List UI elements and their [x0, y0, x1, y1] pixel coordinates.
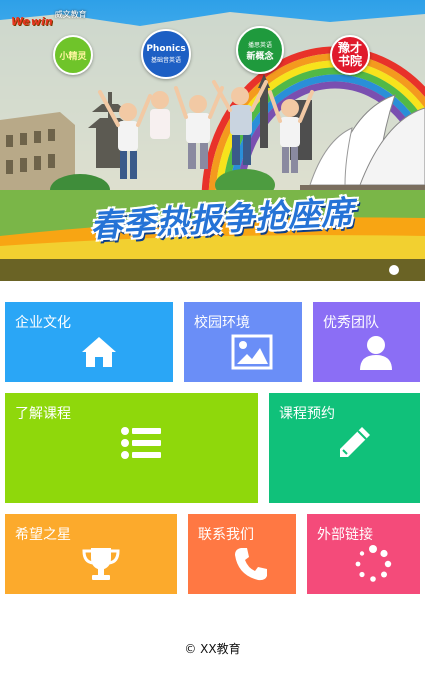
tile-campus-environment[interactable]: 校园环境 [184, 302, 302, 382]
badge-subtitle: 基础音英语 [150, 57, 181, 64]
hero-banner[interactable]: Wewin 威文教育 小精灵 Phonics 基础音英语 播思英语 新概念 豫才… [0, 0, 425, 262]
tile-label: 希望之星 [15, 527, 71, 543]
user-icon [360, 336, 392, 370]
badge-title: 新概念 [246, 51, 274, 62]
badge-phonics: Phonics 基础音英语 [141, 29, 191, 79]
tile-label: 联系我们 [198, 527, 254, 543]
tile-label: 优秀团队 [323, 315, 379, 331]
logo-mark: We [11, 15, 30, 28]
carousel-dot[interactable] [389, 265, 399, 275]
badge-little-elf: 小精灵 [53, 35, 93, 75]
badge-title: Phonics [146, 44, 186, 54]
logo-wordmark: 威文教育 [54, 10, 87, 19]
home-icon [82, 337, 116, 367]
tile-excellent-team[interactable]: 优秀团队 [313, 302, 420, 382]
tile-label: 外部链接 [317, 527, 373, 543]
tile-hope-star[interactable]: 希望之星 [5, 514, 177, 594]
tile-label: 了解课程 [15, 406, 71, 422]
badge-title: 小精灵 [59, 51, 87, 62]
trophy-icon [82, 548, 120, 580]
tile-contact-us[interactable]: 联系我们 [188, 514, 296, 594]
image-icon [231, 334, 273, 370]
pencil-icon [340, 427, 370, 457]
badge-subtitle: 播思英语 [247, 41, 272, 49]
tile-company-culture[interactable]: 企业文化 [5, 302, 173, 382]
list-icon [121, 427, 161, 459]
phone-icon [235, 548, 267, 581]
logo-mark-suffix: win [30, 15, 53, 28]
brand-logo: Wewin 威文教育 [10, 8, 87, 34]
carousel-indicator-bar [0, 259, 425, 281]
spinner-icon [355, 545, 392, 582]
tile-course-booking[interactable]: 课程预约 [269, 393, 420, 503]
badge-yucai-academy: 豫才书院 [330, 35, 370, 75]
footer-copyright: © XX教育 [184, 642, 241, 656]
badge-new-concept: 播思英语 新概念 [236, 26, 284, 74]
tile-external-links[interactable]: 外部链接 [307, 514, 420, 594]
tile-label: 校园环境 [194, 315, 250, 331]
badge-title: 豫才书院 [337, 41, 362, 68]
tile-label: 企业文化 [15, 315, 71, 331]
tile-label: 课程预约 [279, 406, 335, 422]
tile-learn-courses[interactable]: 了解课程 [5, 393, 258, 503]
